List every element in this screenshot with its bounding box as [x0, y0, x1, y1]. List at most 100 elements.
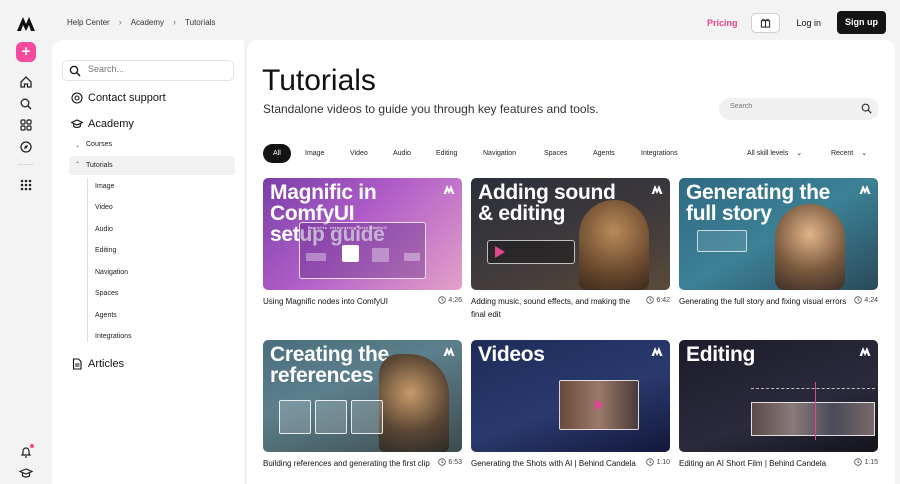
tab-integrations[interactable]: Integrations [641, 144, 678, 163]
sidebar-item-articles[interactable]: Articles [71, 358, 124, 370]
sort-label: Recent [831, 150, 854, 157]
play-icon [595, 399, 604, 411]
skill-level-label: All skill levels [747, 150, 789, 157]
breadcrumb-tutorials[interactable]: Tutorials [185, 18, 215, 27]
document-icon [72, 358, 82, 370]
sidebar-item-label: Academy [88, 118, 134, 130]
play-icon [495, 246, 505, 258]
brand-mark-icon [651, 185, 663, 194]
chevron-right-icon: › [118, 17, 122, 27]
page-subtitle: Standalone videos to guide you through k… [263, 102, 599, 116]
sidebar-child-integrations[interactable]: Integrations [95, 333, 132, 340]
breadcrumb-academy[interactable]: Academy [131, 18, 164, 27]
sidebar-child-editing[interactable]: Editing [95, 247, 116, 254]
duration: 1:10 [646, 458, 670, 466]
clock-icon [438, 458, 447, 466]
video-thumbnail[interactable]: Magnific in ComfyUI setup guide Magnific … [263, 178, 462, 290]
chevron-down-icon: ⌄ [861, 150, 868, 157]
signup-button[interactable]: Sign up [837, 11, 886, 34]
sidebar-child-video[interactable]: Video [95, 204, 113, 211]
gift-icon [761, 18, 771, 28]
video-thumbnail[interactable]: Editing [679, 340, 878, 452]
main-search[interactable] [719, 98, 879, 120]
sidebar-item-label: Contact support [88, 92, 166, 104]
tutorial-card[interactable]: Adding sound & editing Adding music, soun… [471, 178, 670, 319]
reference-frame [351, 400, 383, 434]
search-icon [861, 103, 872, 114]
card-caption[interactable]: Generating the Shots with AI | Behind Ca… [471, 457, 639, 470]
tab-agents[interactable]: Agents [593, 144, 615, 163]
login-link[interactable]: Log in [796, 18, 821, 28]
sidebar: Contact support Academy ⌄ Courses ⌃ Tuto… [52, 40, 244, 484]
sidebar-item-contact-support[interactable]: Contact support [71, 92, 166, 104]
brand-mark-icon [651, 347, 663, 356]
character-illustration [379, 354, 449, 452]
home-icon[interactable] [19, 75, 33, 89]
mockup-caption: Magnific integrating with ComfyUI [308, 227, 388, 231]
icon-rail: + [0, 0, 52, 484]
sidebar-child-agents[interactable]: Agents [95, 312, 117, 319]
tutorial-card[interactable]: Magnific in ComfyUI setup guide Magnific … [263, 178, 462, 306]
gift-button[interactable] [751, 12, 781, 33]
dots-grid-icon[interactable] [19, 178, 33, 192]
sort-dropdown[interactable]: Recent ⌄ [831, 144, 867, 163]
sidebar-search[interactable] [62, 60, 234, 81]
tab-spaces[interactable]: Spaces [544, 144, 567, 163]
tab-navigation[interactable]: Navigation [483, 144, 516, 163]
graduation-cap-icon[interactable] [19, 466, 33, 480]
tab-all[interactable]: All [263, 144, 291, 163]
skill-level-dropdown[interactable]: All skill levels ⌄ [747, 144, 802, 163]
screen-mockup: Magnific integrating with ComfyUI [299, 222, 426, 279]
clock-icon [646, 296, 655, 304]
clock-icon [438, 296, 447, 304]
tab-editing[interactable]: Editing [436, 144, 457, 163]
duration: 4:24 [854, 296, 878, 304]
page-title: Tutorials [262, 64, 376, 97]
compass-icon[interactable] [19, 140, 33, 154]
logo-icon[interactable] [16, 14, 36, 34]
sidebar-item-tutorials[interactable]: Tutorials [86, 162, 113, 169]
search-icon[interactable] [19, 97, 33, 111]
video-thumbnail[interactable]: Videos [471, 340, 670, 452]
card-caption[interactable]: Using Magnific nodes into ComfyUI [263, 295, 431, 308]
sidebar-item-label: Articles [88, 358, 125, 370]
card-caption[interactable]: Building references and generating the f… [263, 457, 431, 470]
tutorial-card[interactable]: Editing Editing an AI Short Film | Behin… [679, 340, 878, 468]
main-search-input[interactable] [730, 103, 850, 110]
sidebar-child-image[interactable]: Image [95, 183, 114, 190]
card-caption[interactable]: Generating the full story and fixing vis… [679, 295, 847, 308]
timeline-clip [751, 402, 875, 436]
tutorial-card[interactable]: Generating the full story Generating the … [679, 178, 878, 306]
chevron-down-icon: ⌄ [75, 143, 81, 149]
graduation-cap-icon [71, 119, 83, 129]
thumbnail-title: Creating the references [270, 343, 389, 387]
tab-image[interactable]: Image [305, 144, 324, 163]
apps-grid-icon[interactable] [19, 118, 33, 132]
sidebar-item-courses[interactable]: Courses [86, 141, 112, 148]
chevron-up-icon: ⌃ [75, 162, 81, 168]
chevron-down-icon: ⌄ [796, 150, 803, 157]
video-thumbnail[interactable]: Adding sound & editing [471, 178, 670, 290]
sidebar-search-input[interactable] [88, 64, 218, 74]
tab-video[interactable]: Video [350, 144, 368, 163]
video-thumbnail[interactable]: Generating the full story [679, 178, 878, 290]
ui-card-panel [697, 230, 747, 252]
card-caption[interactable]: Adding music, sound effects, and making … [471, 295, 639, 321]
sidebar-child-audio[interactable]: Audio [95, 226, 113, 233]
sidebar-item-academy[interactable]: Academy [71, 118, 134, 130]
duration: 6:53 [438, 458, 462, 466]
video-thumbnail[interactable]: Creating the references [263, 340, 462, 452]
tutorial-card[interactable]: Creating the references Building referenc… [263, 340, 462, 468]
tree-line [87, 178, 88, 342]
card-caption[interactable]: Editing an AI Short Film | Behind Candel… [679, 457, 847, 470]
tutorial-card[interactable]: Videos Generating the Shots with AI | Be… [471, 340, 670, 468]
thumbnail-title: Editing [686, 343, 756, 366]
tab-audio[interactable]: Audio [393, 144, 411, 163]
sidebar-child-navigation[interactable]: Navigation [95, 269, 128, 276]
header-actions: Pricing Log in Sign up [707, 11, 886, 34]
sidebar-child-spaces[interactable]: Spaces [95, 290, 118, 297]
create-button[interactable]: + [16, 42, 36, 62]
page-scrollbar[interactable] [895, 40, 900, 484]
pricing-link[interactable]: Pricing [707, 18, 738, 28]
breadcrumb-help-center[interactable]: Help Center [67, 18, 110, 27]
